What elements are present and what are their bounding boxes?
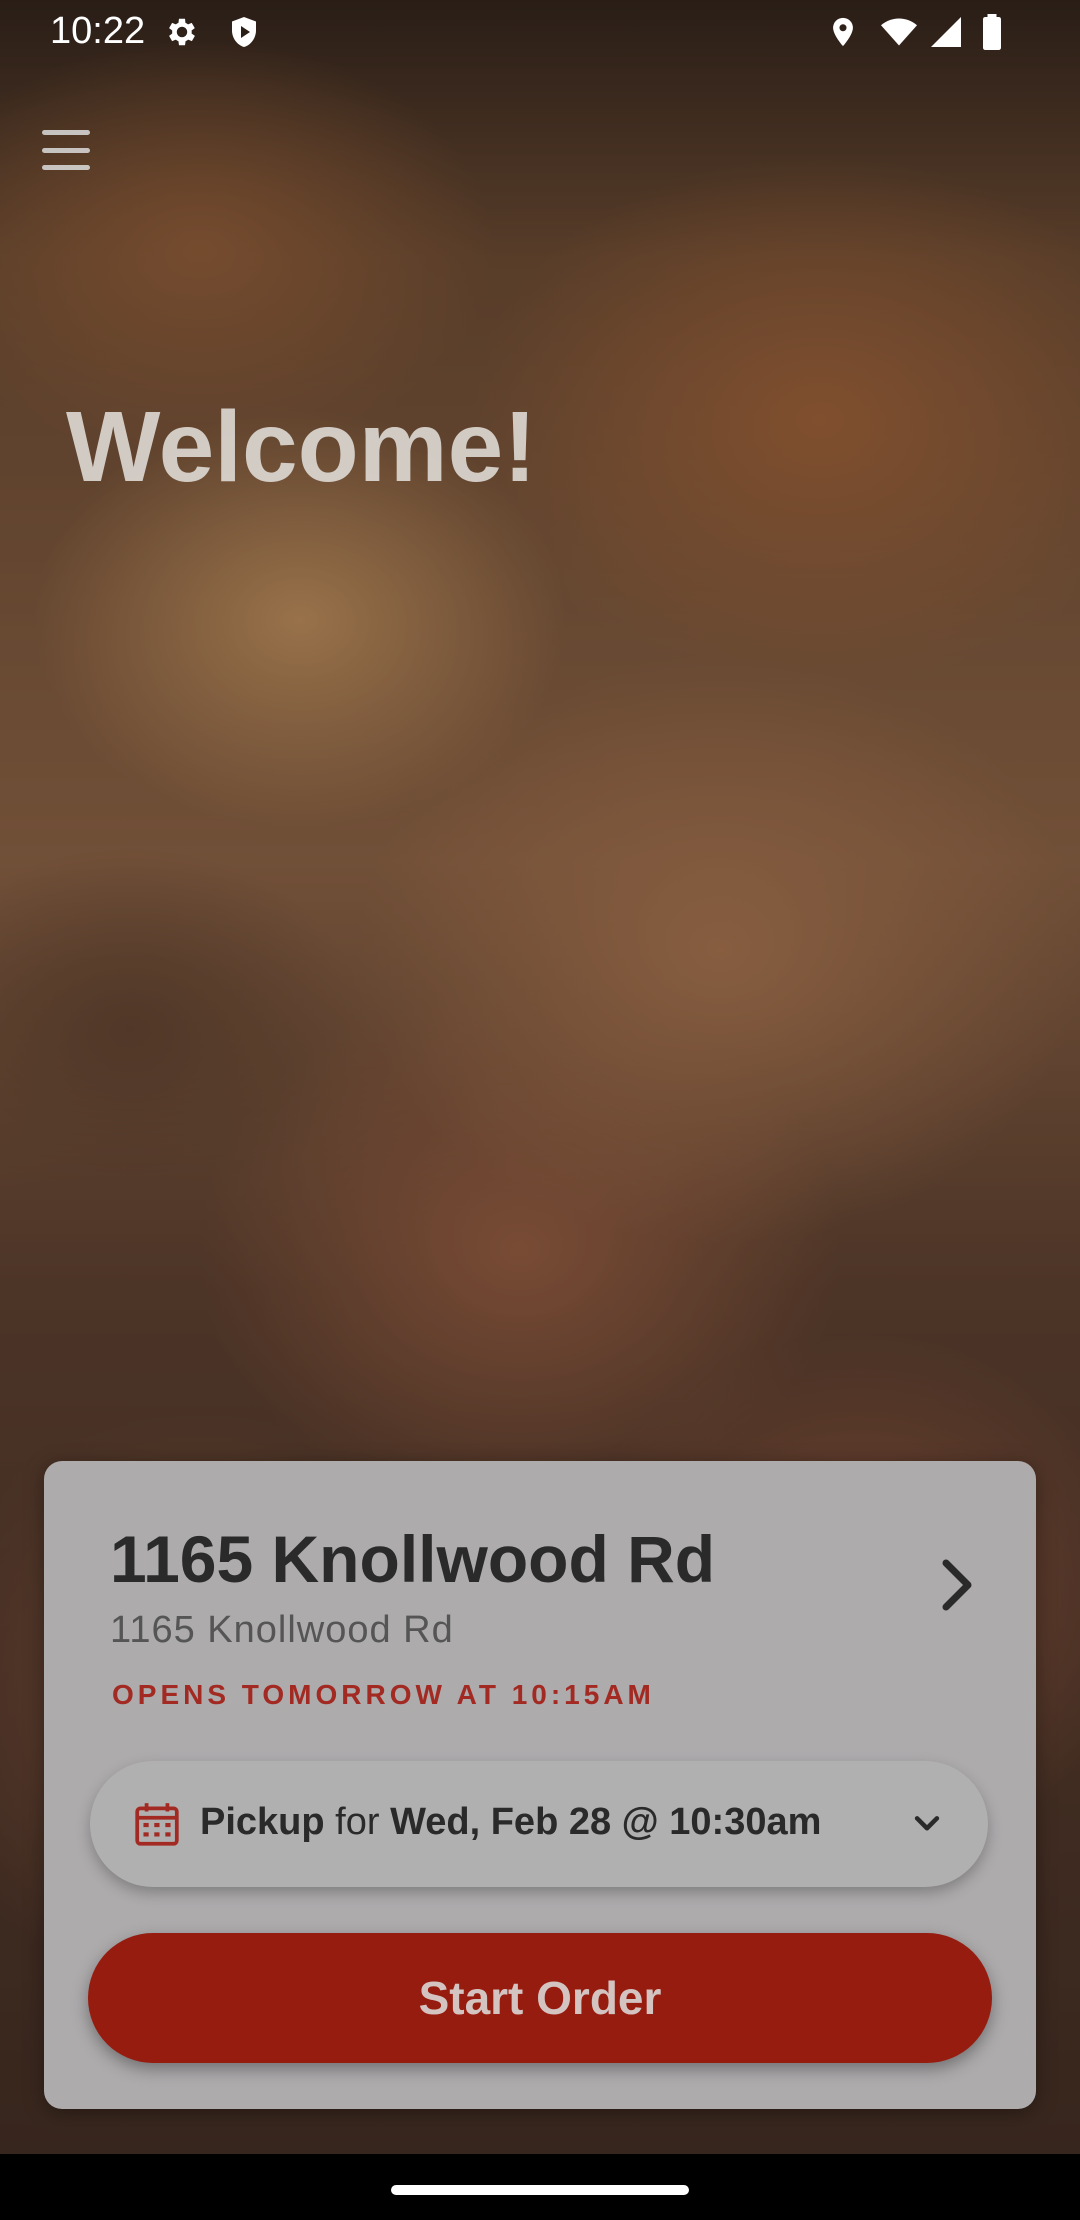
settings-icon <box>169 18 195 46</box>
status-time: 10:22 <box>50 10 146 52</box>
start-order-button[interactable]: Start Order <box>88 1933 992 2063</box>
store-status: OPENS TOMORROW AT 10:15AM <box>112 1679 655 1710</box>
pickup-mode: Pickup <box>200 1801 325 1843</box>
battery-icon <box>983 14 1001 50</box>
pickup-datetime: Wed, Feb 28 @ 10:30am <box>390 1801 822 1843</box>
system-navigation-bar <box>0 2154 1080 2220</box>
pickup-connector: for <box>324 1801 391 1843</box>
store-address: 1165 Knollwood Rd <box>110 1609 454 1651</box>
pickup-time-selector[interactable]: Pickup for Wed, Feb 28 @ 10:30am <box>90 1761 988 1887</box>
wifi-icon <box>881 18 917 46</box>
pickup-summary: Pickup for Wed, Feb 28 @ 10:30am <box>200 1801 821 1844</box>
chevron-down-icon[interactable] <box>910 1807 944 1841</box>
shield-play-icon <box>232 17 256 47</box>
hamburger-menu-icon[interactable] <box>42 126 90 174</box>
store-title[interactable]: 1165 Knollwood Rd <box>110 1521 715 1597</box>
calendar-icon <box>135 1803 179 1846</box>
store-card: 1165 Knollwood Rd 1165 Knollwood Rd OPEN… <box>44 1461 1036 2109</box>
menu-bar <box>42 130 90 135</box>
signal-icon <box>931 17 961 47</box>
location-icon <box>833 17 853 47</box>
menu-bar <box>42 165 90 170</box>
menu-bar <box>42 147 90 153</box>
chevron-right-icon[interactable] <box>936 1555 976 1615</box>
home-gesture-handle[interactable] <box>391 2185 689 2195</box>
welcome-heading: Welcome! <box>66 391 537 503</box>
status-bar: 10:22 <box>0 0 1080 66</box>
